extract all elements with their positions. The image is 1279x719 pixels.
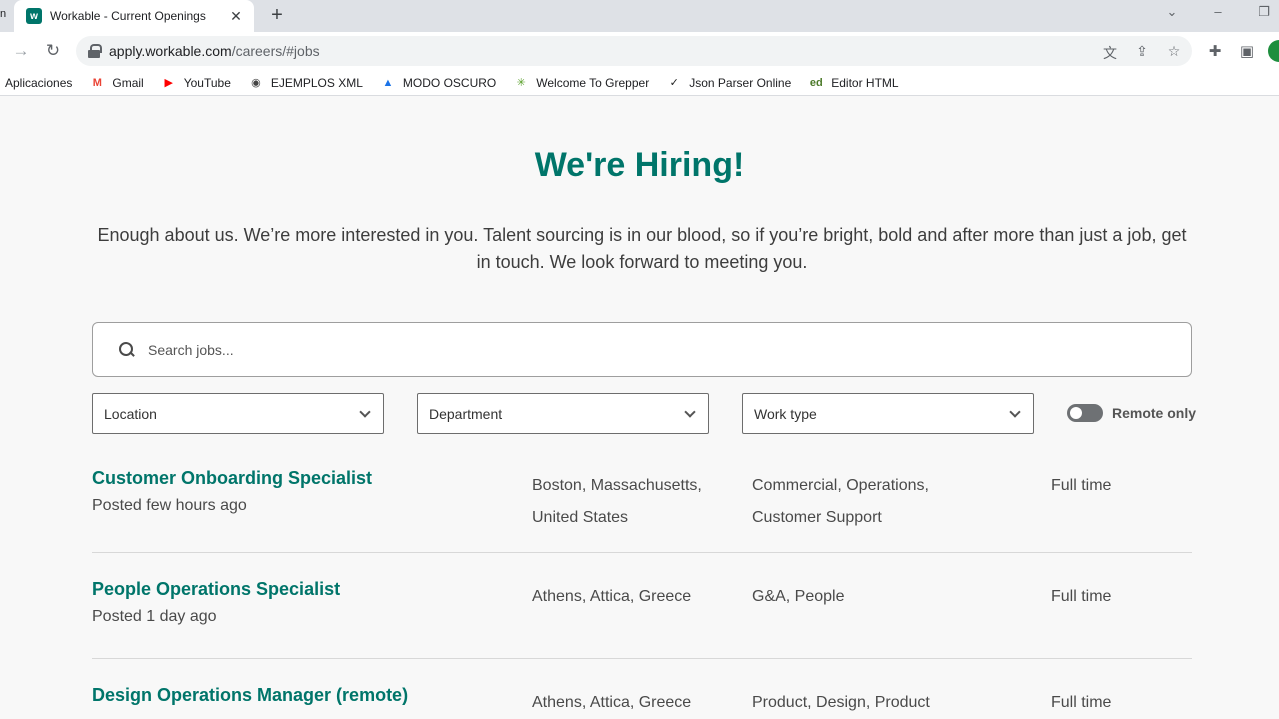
page-title: We're Hiring! xyxy=(534,146,745,184)
editor-html-icon: ed xyxy=(809,76,823,89)
job-location: Boston, Massachusetts, United States xyxy=(532,477,702,526)
department-select-label: Department xyxy=(429,405,503,422)
hero-description: Enough about us. We’re more interested i… xyxy=(97,225,1187,272)
location-select[interactable]: Location xyxy=(92,393,384,434)
workable-favicon-icon: w xyxy=(26,8,42,24)
bookmarks-bar: Aplicaciones M Gmail ▶ YouTube ◉ EJEMPLOS XML ▲… xyxy=(0,70,1279,96)
grepper-icon: ✳ xyxy=(516,77,526,89)
work-type-select-label: Work type xyxy=(754,405,817,422)
bookmark-ejemplos-xml[interactable]: ◉ EJEMPLOS XML xyxy=(248,75,363,91)
department-select[interactable]: Department xyxy=(417,393,709,434)
chevron-down-icon xyxy=(684,405,696,418)
bookmark-modo-oscuro[interactable]: ▲ MODO OSCURO xyxy=(380,75,496,91)
bookmark-label: MODO OSCURO xyxy=(402,75,497,90)
bookmark-label: Gmail xyxy=(112,75,144,90)
job-type: Full time xyxy=(1051,477,1112,494)
job-posted-date: Posted few hours ago xyxy=(92,497,247,514)
chevron-down-icon xyxy=(359,405,371,418)
job-title-link[interactable]: Customer Onboarding Specialist xyxy=(92,468,372,489)
forward-arrow-icon[interactable]: → xyxy=(10,40,32,62)
job-department: G&A, People xyxy=(752,588,845,605)
bookmark-label: Json Parser Online xyxy=(689,75,792,90)
bookmark-label: EJEMPLOS XML xyxy=(270,75,363,90)
work-type-select[interactable]: Work type xyxy=(742,393,1034,434)
address-bar[interactable]: apply.workable.com/careers/#jobs 文 ⇪ ☆ xyxy=(76,36,1192,66)
row-divider xyxy=(92,552,1192,553)
close-icon[interactable]: ✕ xyxy=(228,8,244,25)
bookmark-json-parser-online[interactable]: ✓ Json Parser Online xyxy=(666,75,792,91)
careers-page: We're Hiring! Enough about us. We’re mor… xyxy=(0,102,1279,716)
location-select-label: Location xyxy=(104,405,157,422)
job-posted-date: Posted 1 day ago xyxy=(92,608,217,625)
browser-toolbar: → ↻ apply.workable.com/careers/#jobs 文 ⇪… xyxy=(0,32,1279,70)
bookmark-editor-html[interactable]: ed Editor HTML xyxy=(808,75,899,91)
search-icon xyxy=(119,342,134,357)
job-type: Full time xyxy=(1051,588,1112,605)
row-divider xyxy=(92,658,1192,659)
job-location: Athens, Attica, Greece xyxy=(532,694,692,711)
job-search-box[interactable] xyxy=(92,322,1192,377)
job-department: Product, Design, Product xyxy=(752,694,930,711)
tab-title: Workable - Current Openings xyxy=(50,9,206,23)
flask-icon: ▲ xyxy=(382,76,394,89)
minimize-icon[interactable]: – xyxy=(1208,4,1228,19)
bookmark-label: Aplicaciones xyxy=(5,75,73,90)
job-location: Athens, Attica, Greece xyxy=(532,588,692,605)
side-panel-icon[interactable]: ▣ xyxy=(1238,42,1256,60)
reload-icon[interactable]: ↻ xyxy=(42,40,64,62)
json-icon: ✓ xyxy=(669,77,679,89)
job-type: Full time xyxy=(1051,694,1112,711)
chevron-down-icon xyxy=(1009,405,1021,418)
previous-tab-edge[interactable]: n xyxy=(0,8,6,24)
bookmark-gmail[interactable]: M Gmail xyxy=(89,75,144,91)
avatar[interactable] xyxy=(1268,40,1279,62)
job-title-link[interactable]: People Operations Specialist xyxy=(92,579,340,600)
share-icon[interactable]: ⇪ xyxy=(1133,43,1151,60)
browser-tab-bar: n w Workable - Current Openings ✕ + ⌄ – … xyxy=(0,0,1279,32)
search-input[interactable] xyxy=(148,341,1148,358)
bookmark-label: YouTube xyxy=(183,75,231,90)
gmail-icon: M xyxy=(92,76,102,89)
remote-only-toggle[interactable] xyxy=(1067,404,1103,422)
restore-icon[interactable]: ❐ xyxy=(1254,4,1274,20)
extensions-icon[interactable]: ✚ xyxy=(1206,42,1224,60)
bookmark-youtube[interactable]: ▶ YouTube xyxy=(161,75,231,91)
bookmark-label: Editor HTML xyxy=(831,75,899,90)
translate-icon[interactable]: 文 xyxy=(1101,43,1119,63)
chevron-down-icon[interactable]: ⌄ xyxy=(1162,4,1182,20)
bookmark-label: Welcome To Grepper xyxy=(536,75,650,90)
url-path: /careers/#jobs xyxy=(231,43,320,59)
tab-workable[interactable]: w Workable - Current Openings ✕ xyxy=(14,0,254,32)
globe-icon: ◉ xyxy=(251,77,261,89)
bookmark-aplicaciones[interactable]: Aplicaciones xyxy=(5,76,72,90)
toggle-knob xyxy=(1070,407,1082,419)
new-tab-icon[interactable]: + xyxy=(266,4,288,26)
job-title-link[interactable]: Design Operations Manager (remote) xyxy=(92,685,408,706)
url-host: apply.workable.com xyxy=(109,43,232,59)
lock-icon[interactable] xyxy=(88,44,102,58)
bookmark-welcome-to-grepper[interactable]: ✳ Welcome To Grepper xyxy=(513,75,650,91)
star-icon[interactable]: ☆ xyxy=(1165,43,1183,60)
youtube-icon: ▶ xyxy=(164,77,173,89)
remote-only-label: Remote only xyxy=(1112,405,1197,421)
remote-only-filter[interactable]: Remote only xyxy=(1067,404,1196,422)
job-department: Commercial, Operations, Customer Support xyxy=(752,477,929,526)
